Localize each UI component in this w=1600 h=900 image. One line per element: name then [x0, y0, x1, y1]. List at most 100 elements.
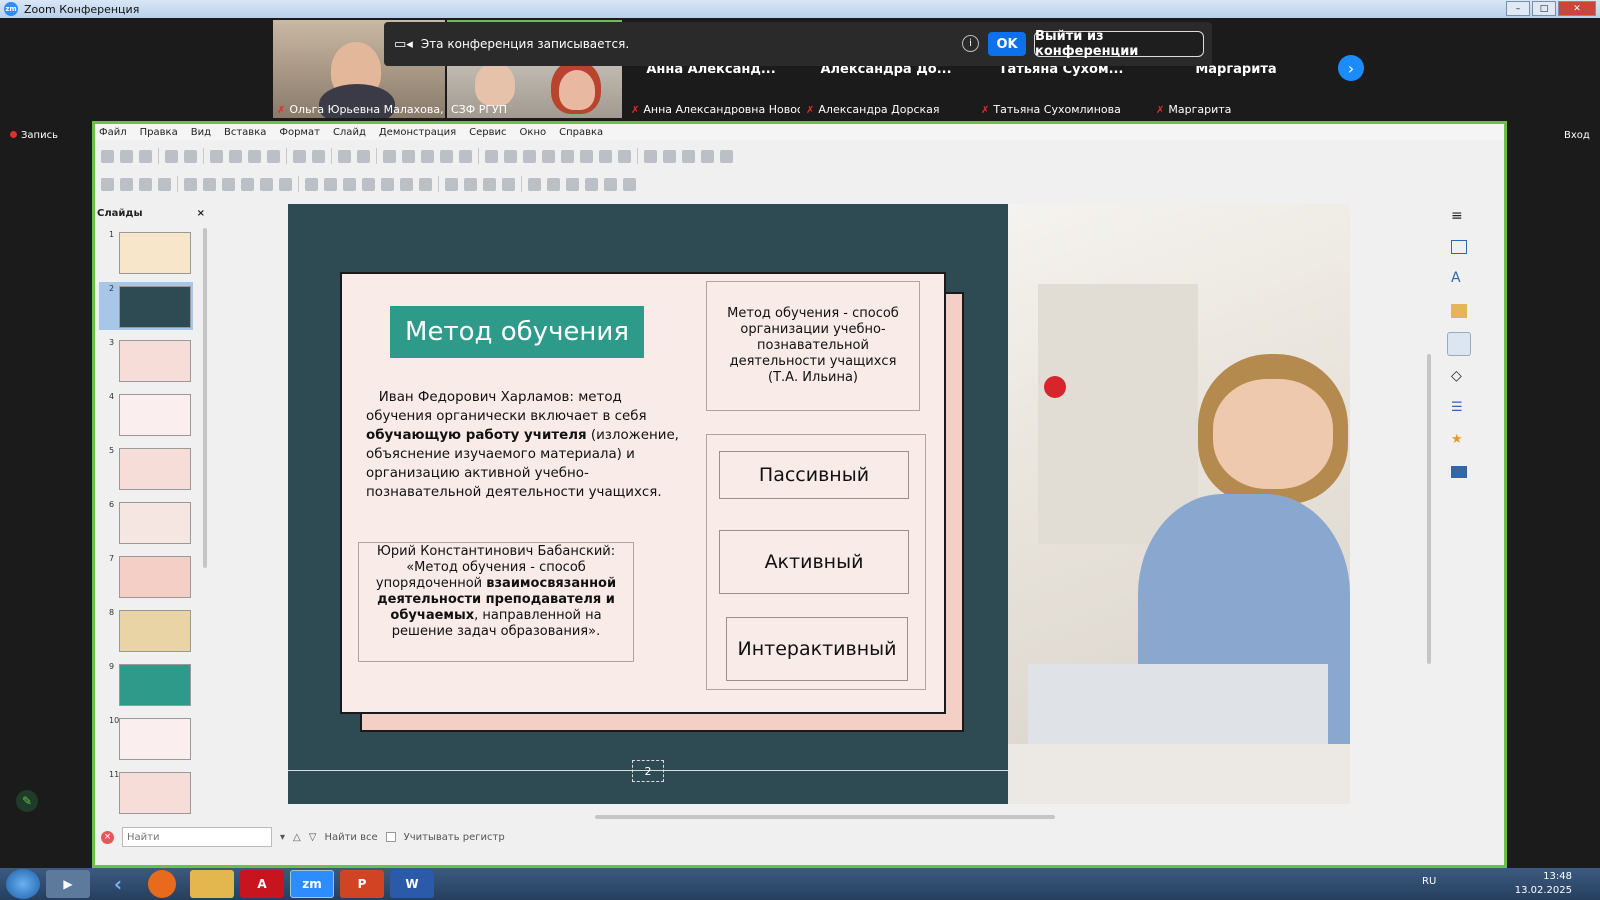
find-all-button[interactable]: Найти все [324, 832, 377, 843]
vertical-scrollbar[interactable] [1427, 354, 1431, 664]
explorer-icon[interactable] [190, 870, 234, 898]
spellcheck-icon[interactable] [357, 149, 370, 163]
current-slide[interactable]: Метод обучения Иван Федорович Харламов: … [288, 204, 1350, 804]
find-next-icon[interactable]: ▽ [309, 832, 317, 843]
block-arrows-icon[interactable] [343, 177, 356, 191]
leave-meeting-button[interactable]: Выйти из конференции [1034, 29, 1204, 59]
ellipse-icon[interactable] [222, 177, 235, 191]
hyperlink-icon[interactable] [618, 149, 631, 163]
slide-thumbnail-3[interactable] [119, 340, 191, 382]
basic-shapes-icon[interactable] [305, 177, 318, 191]
gallery-icon[interactable] [1451, 304, 1467, 318]
rectangle-icon[interactable] [203, 177, 216, 191]
export-pdf-icon[interactable] [165, 149, 178, 163]
slide-thumbnail-9[interactable] [119, 664, 191, 706]
find-previous-icon[interactable]: △ [293, 832, 301, 843]
keyboard-language[interactable]: RU [1422, 876, 1436, 887]
redo-icon[interactable] [312, 149, 325, 163]
distribute-icon[interactable] [502, 177, 515, 191]
print-icon[interactable] [184, 149, 197, 163]
system-clock[interactable]: 13:48 13.02.2025 [1515, 870, 1572, 898]
word-icon[interactable]: W [390, 870, 434, 898]
minimize-button[interactable]: – [1506, 1, 1530, 16]
table-icon[interactable] [485, 149, 498, 163]
undo-icon[interactable] [293, 149, 306, 163]
properties-icon[interactable] [1451, 240, 1467, 254]
textbox-icon[interactable] [561, 149, 574, 163]
master-slides-icon[interactable] [1451, 466, 1467, 478]
zoom-icon[interactable] [120, 177, 133, 191]
crop-icon[interactable] [547, 177, 560, 191]
start-slideshow-icon[interactable] [440, 149, 453, 163]
line-icon[interactable] [184, 177, 197, 191]
chart-icon[interactable] [542, 149, 555, 163]
slide-thumbnail-2[interactable] [119, 286, 191, 328]
paste-icon[interactable] [248, 149, 261, 163]
new-slide-icon[interactable] [663, 149, 676, 163]
slide-thumbnail-1[interactable] [119, 232, 191, 274]
slide-thumbnail-6[interactable] [119, 502, 191, 544]
info-icon[interactable]: i [962, 35, 979, 52]
slide-thumbnail-8[interactable] [119, 610, 191, 652]
menu-edit[interactable]: Правка [140, 127, 178, 138]
filter-icon[interactable] [566, 177, 579, 191]
annotate-pencil-icon[interactable]: ✎ [16, 790, 38, 812]
menu-format[interactable]: Формат [279, 127, 320, 138]
acrobat-icon[interactable]: A [240, 870, 284, 898]
next-page-button[interactable]: › [1338, 55, 1364, 81]
recording-indicator[interactable]: Запись [10, 130, 58, 141]
slide-thumbnail-7[interactable] [119, 556, 191, 598]
slide-layout-icon[interactable] [720, 149, 733, 163]
klite-icon[interactable]: ‹ [96, 870, 140, 898]
slide-thumbnail-10[interactable] [119, 718, 191, 760]
menu-window[interactable]: Окно [520, 127, 547, 138]
image-icon[interactable] [504, 149, 517, 163]
callouts-icon[interactable] [381, 177, 394, 191]
flowchart-icon[interactable] [362, 177, 375, 191]
grid-icon[interactable] [383, 149, 396, 163]
match-case-checkbox[interactable] [385, 832, 396, 842]
menu-slideshow[interactable]: Демонстрация [379, 127, 456, 138]
powerpoint-icon[interactable]: P [340, 870, 384, 898]
find-icon[interactable] [338, 149, 351, 163]
points-icon[interactable] [585, 177, 598, 191]
slide-thumbnail-4[interactable] [119, 394, 191, 436]
open-icon[interactable] [120, 149, 133, 163]
login-link[interactable]: Вход [1564, 130, 1590, 141]
zoom-taskbar-icon[interactable]: zm [290, 870, 334, 898]
arrow-line-icon[interactable] [241, 177, 254, 191]
connector-icon[interactable] [279, 177, 292, 191]
slide-thumbnail-11[interactable] [119, 772, 191, 814]
fill-color-icon[interactable] [158, 177, 171, 191]
start-current-icon[interactable] [459, 149, 472, 163]
ok-button[interactable]: OK [988, 32, 1026, 56]
find-input[interactable] [122, 827, 272, 847]
display-views-icon[interactable] [402, 149, 415, 163]
new-icon[interactable] [101, 149, 114, 163]
select-icon[interactable] [101, 177, 114, 191]
duplicate-slide-icon[interactable] [682, 149, 695, 163]
shapes-icon[interactable]: ◇ [1451, 368, 1462, 384]
horizontal-scrollbar[interactable] [595, 815, 1055, 819]
delete-slide-icon[interactable] [701, 149, 714, 163]
symbol-shapes-icon[interactable] [324, 177, 337, 191]
slides-panel-scrollbar[interactable] [203, 228, 207, 568]
media-player-icon[interactable]: ▶ [46, 870, 90, 898]
find-dropdown-icon[interactable]: ▾ [280, 832, 285, 843]
styles-icon[interactable]: A [1451, 270, 1461, 286]
glue-points-icon[interactable] [604, 177, 617, 191]
firefox-icon[interactable] [148, 870, 176, 898]
slide-thumbnail-5[interactable] [119, 448, 191, 490]
maximize-button[interactable]: □ [1532, 1, 1556, 16]
navigator-icon[interactable] [1447, 332, 1471, 356]
menu-icon[interactable]: ≡ [1451, 208, 1463, 224]
menu-tools[interactable]: Сервис [469, 127, 506, 138]
media-icon[interactable] [523, 149, 536, 163]
curve-icon[interactable] [260, 177, 273, 191]
toggle-extrusion-icon[interactable] [623, 177, 636, 191]
menu-view[interactable]: Вид [191, 127, 211, 138]
show-draw-icon[interactable] [644, 149, 657, 163]
clone-format-icon[interactable] [267, 149, 280, 163]
menu-insert[interactable]: Вставка [224, 127, 266, 138]
menu-help[interactable]: Справка [559, 127, 603, 138]
